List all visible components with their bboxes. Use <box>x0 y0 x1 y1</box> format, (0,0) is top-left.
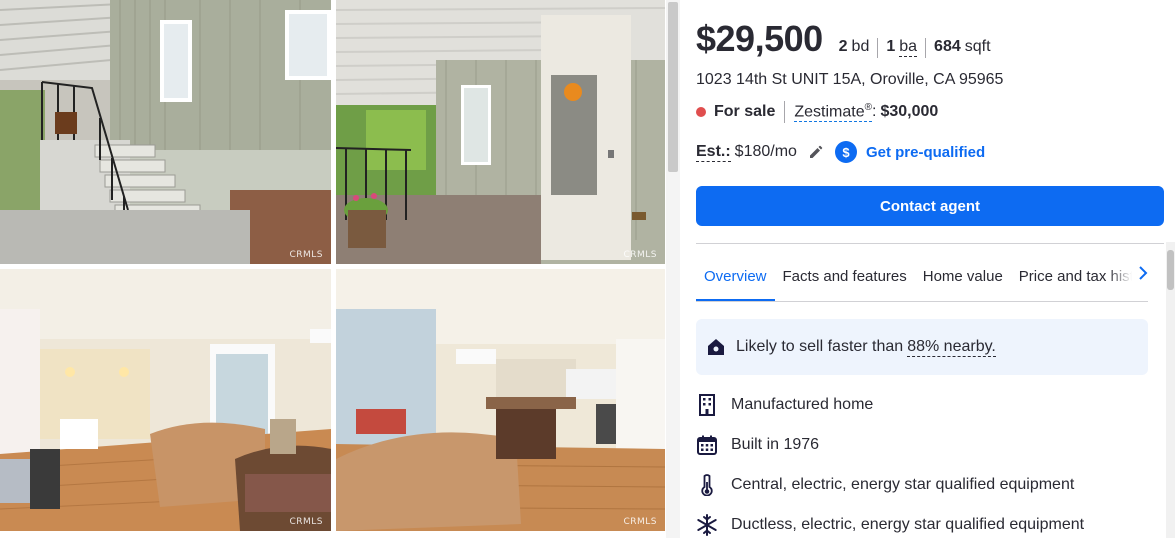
tab-home-value[interactable]: Home value <box>915 251 1011 301</box>
watermark: CRMLS <box>289 517 323 527</box>
tab-overview[interactable]: Overview <box>696 251 775 301</box>
watermark: CRMLS <box>289 250 323 260</box>
chevron-right-icon[interactable] <box>1134 262 1152 284</box>
baths-unit: ba <box>899 38 918 57</box>
feature-text: Central, electric, energy star qualified… <box>731 476 1075 493</box>
section-tabs: Overview Facts and features Home value P… <box>696 251 1148 302</box>
photo-living-room[interactable]: CRMLS <box>0 269 331 531</box>
sqft-value: 684 <box>934 38 961 55</box>
status-dot-icon <box>696 107 706 117</box>
feature-cooling: Ductless, electric, energy star qualifie… <box>696 514 1084 536</box>
house-icon <box>706 337 726 357</box>
calendar-icon <box>696 434 718 456</box>
photo-living-room-image <box>0 269 331 531</box>
dollar-icon[interactable]: $ <box>834 141 857 163</box>
listing-summary: $29,500 2 bd 1 ba 684 sqft 1023 14th St UNI… <box>696 0 1166 538</box>
price: $29,500 <box>696 18 823 59</box>
photo-exterior-stairs[interactable]: CRMLS <box>0 0 331 264</box>
bed-bath-sqft: 2 bd 1 ba 684 sqft <box>839 38 999 58</box>
sell-fast-hint: Likely to sell faster than 88% nearby. <box>696 319 1148 375</box>
photo-living-kitchen-image <box>336 269 665 531</box>
hint-text: Likely to sell faster than <box>736 338 904 355</box>
estimated-payment-row: Est.: $180/mo $ Get pre-qualified <box>696 141 985 163</box>
price-row: $29,500 2 bd 1 ba 684 sqft <box>696 18 999 60</box>
beds-unit: bd <box>851 38 870 55</box>
tab-facts-and-features[interactable]: Facts and features <box>775 251 915 301</box>
zestimate-value: $30,000 <box>880 103 939 120</box>
zestimate-label[interactable]: Zestimate® <box>794 101 872 123</box>
feature-text: Built in 1976 <box>731 436 820 453</box>
divider <box>784 101 786 123</box>
hint-percent[interactable]: 88% nearby. <box>907 338 996 357</box>
get-prequalified-link[interactable]: Get pre-qualified <box>866 144 985 161</box>
zestimate-reg: ® <box>864 101 872 113</box>
gallery-scrollbar-thumb[interactable] <box>668 2 678 172</box>
listing-page: CRMLS CRMLS CRMLS CRMLS $29,500 2 bd 1 b… <box>0 0 1175 538</box>
pencil-icon[interactable] <box>807 143 825 161</box>
feature-text: Ductless, electric, energy star qualifie… <box>731 516 1085 533</box>
feature-text: Manufactured home <box>731 396 874 413</box>
baths-value: 1 <box>886 38 896 55</box>
thermometer-icon <box>696 474 718 496</box>
zestimate-text: Zestimate <box>794 103 865 121</box>
status-label: For sale <box>714 103 776 120</box>
address: 1023 14th St UNIT 15A, Oroville, CA 9596… <box>696 71 1004 88</box>
beds: 2 bd <box>839 38 879 58</box>
beds-value: 2 <box>838 38 848 55</box>
panel-scrollbar-thumb[interactable] <box>1167 250 1174 290</box>
photo-living-kitchen[interactable]: CRMLS <box>336 269 665 531</box>
watermark: CRMLS <box>623 517 657 527</box>
photo-front-door-image <box>336 0 665 264</box>
snowflake-icon <box>696 514 718 536</box>
feature-home-type: Manufactured home <box>696 394 873 416</box>
est-label[interactable]: Est.: <box>696 143 731 162</box>
photo-gallery[interactable]: CRMLS CRMLS CRMLS CRMLS <box>0 0 680 538</box>
status-row: For sale Zestimate®: $30,000 <box>696 101 938 123</box>
contact-agent-button[interactable]: Contact agent <box>696 186 1164 226</box>
building-icon <box>696 394 718 416</box>
baths[interactable]: 1 ba <box>878 38 927 58</box>
photo-exterior-stairs-image <box>0 0 331 264</box>
feature-year-built: Built in 1976 <box>696 434 819 456</box>
watermark: CRMLS <box>623 250 657 260</box>
est-value: $180/mo <box>734 143 797 160</box>
sqft-unit: sqft <box>964 38 991 55</box>
sqft: 684 sqft <box>926 38 999 58</box>
zestimate-colon: : <box>871 103 877 120</box>
feature-heating: Central, electric, energy star qualified… <box>696 474 1074 496</box>
divider <box>696 243 1164 244</box>
photo-front-door[interactable]: CRMLS <box>336 0 665 264</box>
